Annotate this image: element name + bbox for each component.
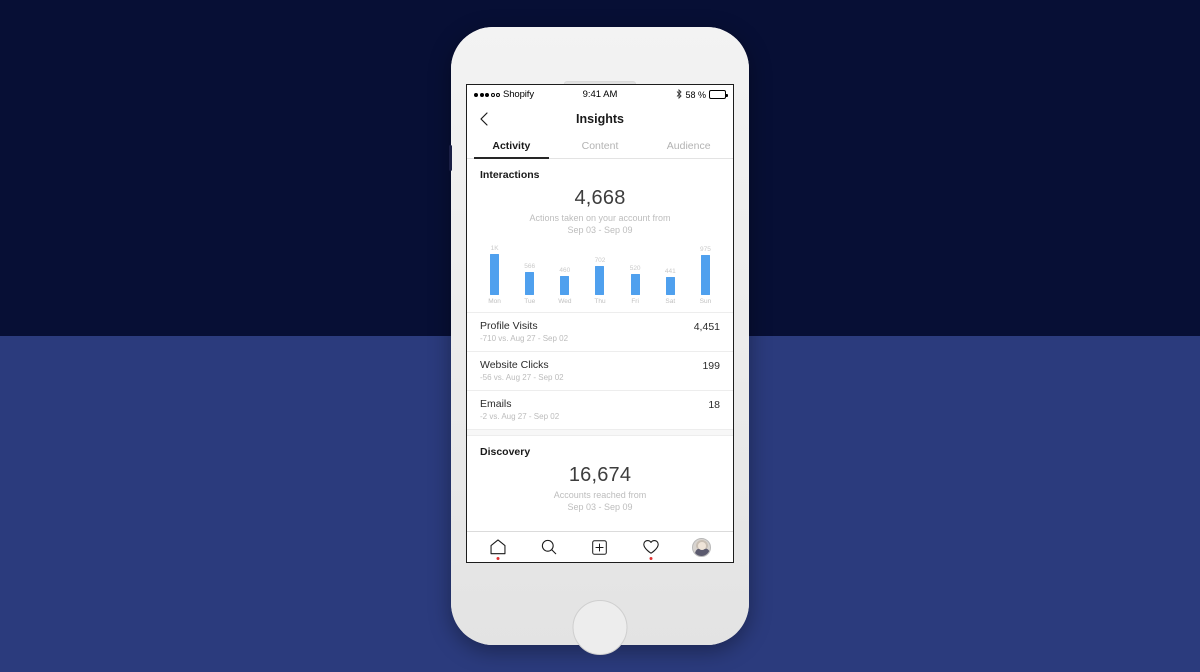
bar-group-mon: 1K Mon <box>477 244 512 306</box>
battery-icon <box>709 90 728 99</box>
add-post-icon[interactable] <box>584 535 616 559</box>
bar-value-label: 1K <box>490 245 499 252</box>
bar <box>630 274 640 295</box>
bar-group-sat: 441 Sat <box>653 244 688 306</box>
home-icon[interactable] <box>482 535 514 560</box>
bar-group-fri: 520 Fri <box>618 244 653 306</box>
interactions-heading: Interactions <box>480 169 540 181</box>
phone-screen: Shopify 9:41 AM 58 % Insights Activity C… <box>466 84 734 563</box>
bar-category-label: Sat <box>665 298 676 305</box>
home-notification-dot <box>496 557 500 560</box>
bar-group-sun: 975 Sun <box>688 244 723 306</box>
bar <box>525 272 535 295</box>
insights-scroll-area[interactable]: Interactions 4,668 Actions taken on your… <box>467 159 733 531</box>
discovery-caption: Accounts reached from Sep 03 - Sep 09 <box>467 490 733 513</box>
metric-comparison: -56 vs. Aug 27 - Sep 02 <box>480 373 564 382</box>
search-icon[interactable] <box>533 535 565 559</box>
app-tab-bar <box>467 531 733 562</box>
bar-value-label: 460 <box>559 267 571 274</box>
insights-tab-strip: Activity Content Audience <box>467 133 733 159</box>
metric-comparison: -710 vs. Aug 27 - Sep 02 <box>480 334 569 343</box>
bar-group-thu: 702 Thu <box>582 244 617 306</box>
metric-comparison: -2 vs. Aug 27 - Sep 02 <box>480 412 560 421</box>
metric-value: 4,451 <box>693 321 720 333</box>
iphone-device-frame: Shopify 9:41 AM 58 % Insights Activity C… <box>449 27 749 655</box>
interactions-bar-chart: 1K Mon 566 Tue 460 Wed 702 Thu 520 Fri 441 Sat 975 Su… <box>477 244 723 306</box>
bar-category-label: Wed <box>558 298 572 305</box>
bar-category-label: Thu <box>594 298 606 305</box>
profile-avatar[interactable] <box>686 535 718 559</box>
metric-row-website-clicks[interactable]: Website Clicks -56 vs. Aug 27 - Sep 02 1… <box>467 351 733 390</box>
bar-value-label: 566 <box>524 263 536 270</box>
discovery-summary: 16,674 Accounts reached from Sep 03 - Se… <box>467 462 733 513</box>
bar <box>490 254 500 295</box>
bar-category-label: Tue <box>524 298 536 305</box>
bar-category-label: Fri <box>631 298 639 305</box>
tab-activity[interactable]: Activity <box>467 133 556 159</box>
metric-value: 18 <box>708 399 720 411</box>
metric-label-group: Profile Visits -710 vs. Aug 27 - Sep 02 <box>480 320 568 344</box>
bar <box>560 276 570 295</box>
discovery-caption-line1: Accounts reached from <box>553 490 647 500</box>
bar <box>665 277 675 295</box>
tab-audience[interactable]: Audience <box>644 133 733 158</box>
metric-row-profile-visits[interactable]: Profile Visits -710 vs. Aug 27 - Sep 02 … <box>467 312 733 351</box>
bar-group-wed: 460 Wed <box>547 244 582 306</box>
battery-percent-label: 58 % <box>685 89 706 100</box>
interactions-caption: Actions taken on your account from Sep 0… <box>467 213 733 236</box>
bar-value-label: 975 <box>699 246 711 253</box>
tab-content[interactable]: Content <box>556 133 645 158</box>
avatar <box>692 537 712 557</box>
bar-group-tue: 566 Tue <box>512 244 547 306</box>
status-bar: Shopify 9:41 AM 58 % <box>467 85 733 104</box>
activity-notification-dot <box>649 557 653 560</box>
metric-label-group: Emails -2 vs. Aug 27 - Sep 02 <box>480 398 559 422</box>
heart-icon[interactable] <box>635 535 667 560</box>
screenshot-canvas: Shopify 9:41 AM 58 % Insights Activity C… <box>0 0 1200 672</box>
navigation-bar: Insights <box>467 104 733 133</box>
metric-name: Emails <box>480 398 512 410</box>
metric-row-emails[interactable]: Emails -2 vs. Aug 27 - Sep 02 18 <box>467 390 733 429</box>
section-divider <box>467 429 733 436</box>
discovery-caption-line2: Sep 03 - Sep 09 <box>567 501 633 512</box>
bar-category-label: Mon <box>488 298 501 305</box>
interactions-summary: 4,668 Actions taken on your account from… <box>467 185 733 236</box>
discovery-heading: Discovery <box>480 446 531 458</box>
bar-value-label: 702 <box>594 257 606 264</box>
metric-name: Profile Visits <box>480 320 538 332</box>
metric-value: 199 <box>702 360 720 372</box>
interactions-caption-line1: Actions taken on your account from <box>529 213 671 223</box>
metric-label-group: Website Clicks -56 vs. Aug 27 - Sep 02 <box>480 359 564 383</box>
home-button[interactable] <box>572 600 628 655</box>
bar-value-label: 441 <box>664 268 676 275</box>
bar-value-label: 520 <box>629 265 641 272</box>
interactions-caption-line2: Sep 03 - Sep 09 <box>567 224 633 235</box>
metrics-list: Profile Visits -710 vs. Aug 27 - Sep 02 … <box>467 312 733 429</box>
status-bar-right: 58 % <box>676 88 728 101</box>
metric-name: Website Clicks <box>480 359 549 371</box>
bluetooth-icon <box>676 88 683 101</box>
bar <box>700 255 710 295</box>
bar <box>595 266 605 295</box>
discovery-total-value: 16,674 <box>568 464 632 486</box>
page-title: Insights <box>576 111 624 126</box>
volume-button[interactable] <box>449 145 452 171</box>
interactions-total-value: 4,668 <box>574 187 626 209</box>
bar-category-label: Sun <box>699 298 712 305</box>
